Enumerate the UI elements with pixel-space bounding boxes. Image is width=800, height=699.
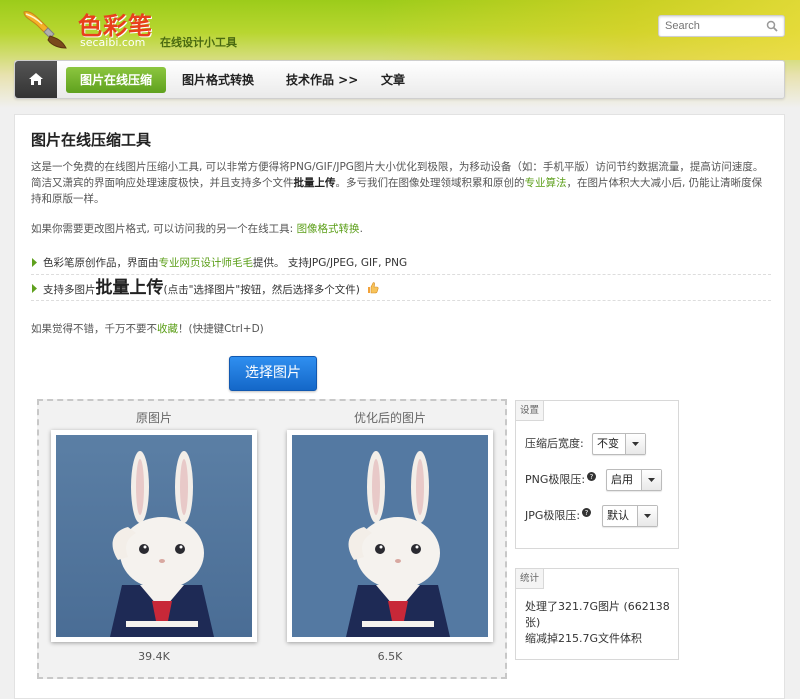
- logo-domain: secaibi.com: [80, 36, 146, 49]
- feature2-text: 支持多图片: [43, 284, 96, 296]
- feature1-text: 色彩笔原创作品，界面由: [43, 257, 159, 269]
- jpg-label: JPG极限压:: [525, 509, 581, 522]
- nav-home-button[interactable]: [15, 61, 57, 98]
- intro-bold-text: 批量上传: [293, 177, 336, 189]
- optimized-image-frame: [287, 430, 493, 642]
- feature1-text-2: 提供。 支持JPG/JPEG, GIF, PNG: [253, 257, 408, 269]
- caret-down-icon: [632, 442, 639, 446]
- optimized-image-label: 优化后的图片: [353, 411, 426, 425]
- stats-reduced: 缩减掉215.7G文件体积: [525, 632, 643, 645]
- caret-down-icon: [648, 478, 655, 482]
- svg-text:?: ?: [585, 509, 589, 517]
- format-convert-link[interactable]: 图像格式转换: [297, 223, 360, 235]
- image-compare-area[interactable]: 原图片 39.4K 优化后的图片 6.5K: [37, 399, 507, 679]
- png-setting-label: PNG极限压:?: [525, 469, 597, 491]
- intro-text-2: 。多亏我们在图像处理领域积累和原创的: [335, 177, 525, 189]
- select-image-button[interactable]: 选择图片: [229, 356, 317, 391]
- nav-item-tech-works[interactable]: 技术作品 >>: [272, 67, 372, 93]
- jpg-select[interactable]: 默认: [602, 505, 658, 527]
- thumbs-up-icon: [368, 282, 379, 294]
- svg-text:?: ?: [590, 473, 594, 481]
- bookmark-hint: 如果觉得不错，千万不要不收藏！(快捷键Ctrl+D): [31, 321, 264, 336]
- bookmark-text-2: ！(快捷键Ctrl+D): [178, 323, 264, 335]
- format-note-text: 如果你需要更改图片格式, 可以访问我的另一个在线工具:: [31, 223, 297, 235]
- nav-item-format-convert[interactable]: 图片格式转换: [168, 67, 268, 93]
- width-dropdown-button[interactable]: [625, 434, 645, 454]
- caret-down-icon: [644, 514, 651, 518]
- algorithm-link[interactable]: 专业算法: [525, 177, 567, 189]
- feature-line-1: 色彩笔原创作品，界面由专业网页设计师毛毛提供。 支持JPG/JPEG, GIF,…: [31, 255, 771, 275]
- original-bunny-photo: [56, 435, 252, 637]
- png-select[interactable]: 启用: [606, 469, 662, 491]
- original-image-label: 原图片: [135, 411, 172, 425]
- home-icon: [29, 73, 43, 85]
- optimized-bunny-photo: [292, 435, 488, 637]
- stats-panel: 统计 处理了321.7G图片 (662138张) 缩减掉215.7G文件体积: [515, 568, 679, 660]
- settings-title: 设置: [516, 401, 545, 421]
- batch-upload-text: 批量上传: [95, 278, 164, 298]
- png-dropdown-button[interactable]: [641, 470, 661, 490]
- format-tool-note: 如果你需要更改图片格式, 可以访问我的另一个在线工具: 图像格式转换.: [31, 221, 771, 236]
- jpg-setting-label: JPG极限压:?: [525, 505, 592, 527]
- designer-link[interactable]: 专业网页设计师毛毛: [159, 257, 254, 269]
- png-select-value: 启用: [611, 473, 633, 486]
- stats-processed: 处理了321.7G图片 (662138张): [525, 600, 670, 629]
- stats-text: 处理了321.7G图片 (662138张) 缩减掉215.7G文件体积: [525, 599, 675, 647]
- jpg-dropdown-button[interactable]: [637, 506, 657, 526]
- feature2-text-2: (点击"选择图片"按钮，然后选择多个文件): [163, 284, 360, 296]
- original-image-size: 39.4K: [138, 650, 170, 663]
- stats-title: 统计: [516, 569, 545, 589]
- width-select[interactable]: 不变: [592, 433, 646, 455]
- original-image-frame: [51, 430, 257, 642]
- chevron-right-icon: [32, 284, 37, 293]
- bookmark-link[interactable]: 收藏: [157, 323, 178, 335]
- content-card: 图片在线压缩工具 这是一个免费的在线图片压缩小工具, 可以非常方便得将PNG/G…: [14, 114, 785, 699]
- chevron-right-icon: [32, 258, 37, 267]
- nav-item-articles[interactable]: 文章: [367, 67, 419, 93]
- help-icon[interactable]: ?: [587, 472, 597, 481]
- optimized-image-column: 优化后的图片 6.5K: [285, 409, 495, 663]
- search-input[interactable]: [659, 16, 759, 36]
- optimized-image-size: 6.5K: [377, 650, 403, 663]
- paintbrush-logo-icon[interactable]: [20, 6, 72, 52]
- logo-slogan: 在线设计小工具: [160, 36, 237, 49]
- help-icon[interactable]: ?: [582, 508, 592, 517]
- width-label: 压缩后宽度:: [525, 437, 584, 450]
- search-box[interactable]: [658, 15, 785, 37]
- intro-paragraph: 这是一个免费的在线图片压缩小工具, 可以非常方便得将PNG/GIF/JPG图片大…: [31, 159, 771, 207]
- feature-line-2: 支持多图片批量上传(点击"选择图片"按钮，然后选择多个文件): [31, 277, 771, 301]
- search-icon[interactable]: [766, 20, 778, 32]
- width-setting-label: 压缩后宽度:: [525, 433, 584, 455]
- width-select-value: 不变: [597, 437, 619, 450]
- bookmark-text: 如果觉得不错，千万不要不: [31, 323, 157, 335]
- original-image-column: 原图片 39.4K: [49, 409, 259, 663]
- png-label: PNG极限压:: [525, 473, 586, 486]
- main-nav: 图片在线压缩 图片格式转换 技术作品 >> 文章: [14, 60, 785, 99]
- nav-item-image-compress[interactable]: 图片在线压缩: [66, 67, 167, 93]
- page-title: 图片在线压缩工具: [31, 131, 152, 149]
- format-note-end: .: [359, 223, 363, 235]
- jpg-select-value: 默认: [607, 509, 629, 522]
- settings-panel: 设置 压缩后宽度: 不变 PNG极限压:? 启用 JPG极限压:? 默认: [515, 400, 679, 549]
